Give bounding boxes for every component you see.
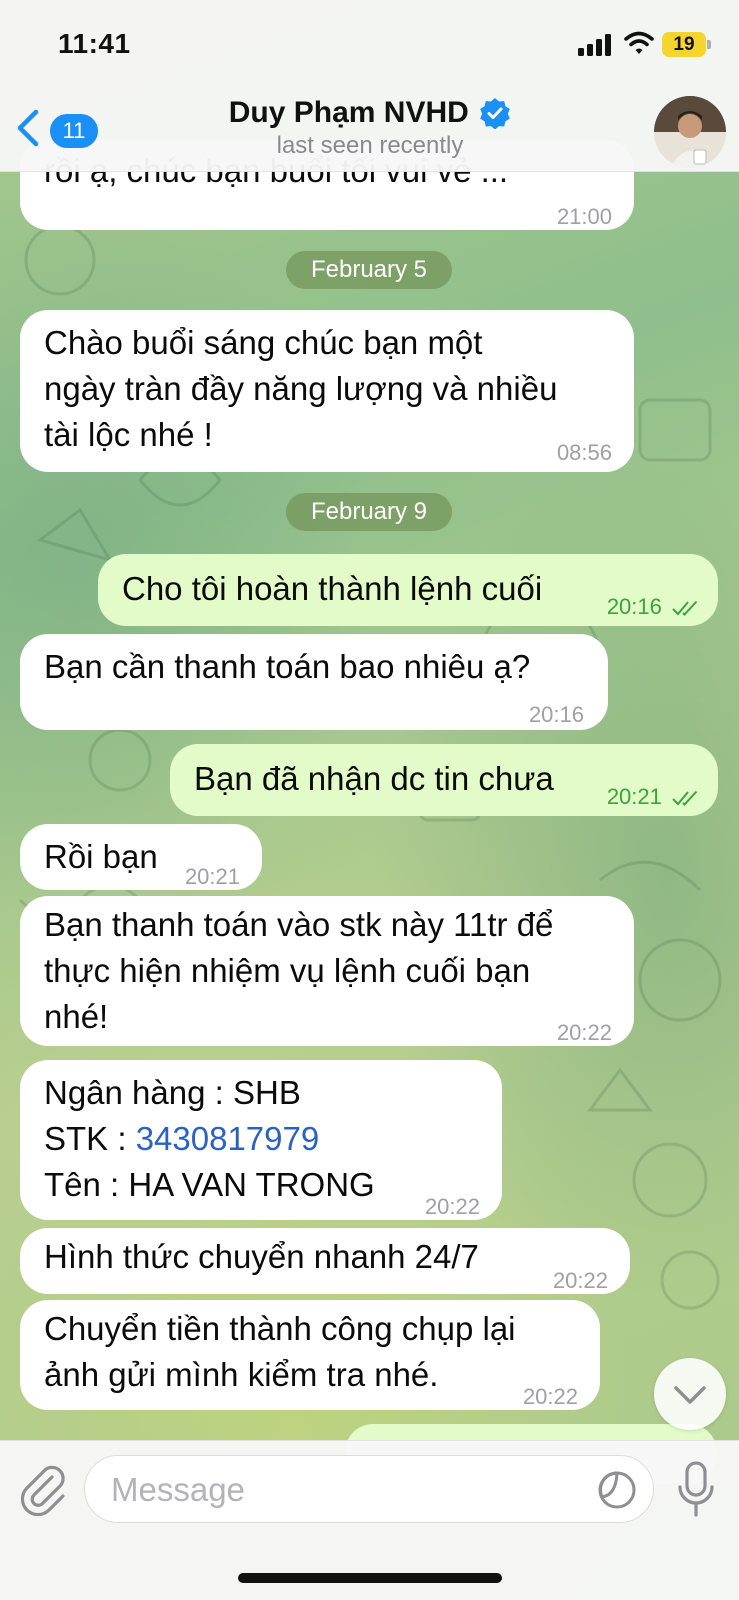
- cellular-signal-icon: [578, 34, 614, 56]
- avatar[interactable]: [654, 96, 726, 168]
- message-placeholder: Message: [111, 1471, 245, 1508]
- verified-badge-icon: [480, 98, 511, 129]
- message-text: Bạn đã nhận dc tin chưa: [194, 760, 554, 797]
- battery-level: 19: [673, 34, 695, 55]
- message-meta: 20:21: [607, 774, 702, 820]
- avatar-photo: [654, 96, 726, 168]
- message-text: Bạn cần thanh toán bao nhiêu ạ?: [44, 648, 531, 685]
- message-bubble-outgoing[interactable]: Bạn đã nhận dc tin chưa 20:21: [170, 744, 718, 816]
- date-separator: February 5: [286, 251, 452, 289]
- message-text: Hình thức chuyển nhanh 24/7: [44, 1238, 479, 1275]
- message-time: 20:22: [424, 1194, 480, 1219]
- account-number-link[interactable]: 3430817979: [136, 1120, 320, 1157]
- account-label: STK :: [44, 1120, 136, 1157]
- message-time: 20:16: [528, 702, 584, 727]
- chat-header: 11 Duy Phạm NVHD last seen recently: [0, 90, 739, 172]
- double-check-icon: [672, 601, 698, 617]
- message-text: Chuyển tiền thành công chụp lại ảnh gửi …: [44, 1310, 516, 1393]
- message-time: 20:21: [606, 784, 662, 809]
- account-line: STK : 3430817979: [44, 1116, 319, 1162]
- back-chevron-icon: [17, 109, 39, 147]
- message-text: Bạn thanh toán vào stk này 11tr để thực …: [44, 906, 554, 1035]
- message-bubble-incoming[interactable]: Ngân hàng : SHB STK : 3430817979 Tên : H…: [20, 1060, 502, 1220]
- message-time: 20:22: [552, 1268, 608, 1293]
- message-time: 20:21: [184, 864, 240, 889]
- message-bubble-incoming[interactable]: Rồi bạn 20:21: [20, 824, 262, 890]
- message-time: 08:56: [556, 440, 612, 465]
- battery-cap: [707, 40, 711, 49]
- message-text: Cho tôi hoàn thành lệnh cuối: [122, 570, 543, 607]
- message-time: 20:22: [522, 1384, 578, 1409]
- message-text: Rồi bạn: [44, 838, 158, 875]
- message-meta: 20:16: [607, 584, 702, 630]
- bank-name-line: Ngân hàng : SHB: [44, 1074, 301, 1111]
- last-seen-status: last seen recently: [276, 132, 464, 159]
- paperclip-icon[interactable]: [18, 1463, 66, 1519]
- message-bubble-incoming[interactable]: Hình thức chuyển nhanh 24/7 20:22: [20, 1228, 630, 1294]
- message-bubble-incoming[interactable]: Chào buổi sáng chúc bạn một ngày tràn đầ…: [20, 310, 634, 472]
- message-time: 20:16: [606, 594, 662, 619]
- message-text: Chào buổi sáng chúc bạn một ngày tràn đầ…: [44, 324, 558, 453]
- battery-icon: 19: [662, 32, 712, 57]
- message-time: 21:00: [556, 204, 612, 229]
- wifi-icon: [624, 31, 654, 54]
- microphone-icon[interactable]: [676, 1461, 716, 1519]
- back-button[interactable]: 11: [12, 104, 102, 154]
- chat-title-area[interactable]: Duy Phạm NVHD last seen recently: [160, 96, 580, 160]
- message-bubble-incoming[interactable]: Bạn cần thanh toán bao nhiêu ạ? 20:16: [20, 634, 608, 730]
- sticker-icon[interactable]: [597, 1470, 637, 1510]
- double-check-icon: [672, 791, 698, 807]
- message-input[interactable]: Message: [84, 1455, 654, 1523]
- chevron-down-icon: [674, 1386, 706, 1404]
- account-name-line: Tên : HA VAN TRONG: [44, 1166, 375, 1203]
- message-bubble-incoming[interactable]: Chuyển tiền thành công chụp lại ảnh gửi …: [20, 1300, 600, 1410]
- date-separator: February 9: [286, 493, 452, 531]
- scroll-to-bottom-button[interactable]: [654, 1358, 726, 1430]
- status-bar: 11:41 19: [0, 0, 739, 90]
- message-bubble-outgoing[interactable]: Cho tôi hoàn thành lệnh cuối 20:16: [98, 554, 718, 626]
- unread-count-badge: 11: [50, 114, 98, 148]
- home-indicator: [238, 1573, 502, 1583]
- chat-title: Duy Phạm NVHD: [228, 96, 469, 129]
- status-time: 11:41: [58, 28, 131, 59]
- message-composer: Message: [0, 1440, 739, 1600]
- message-time: 20:22: [556, 1020, 612, 1045]
- message-bubble-incoming[interactable]: Bạn thanh toán vào stk này 11tr để thực …: [20, 896, 634, 1046]
